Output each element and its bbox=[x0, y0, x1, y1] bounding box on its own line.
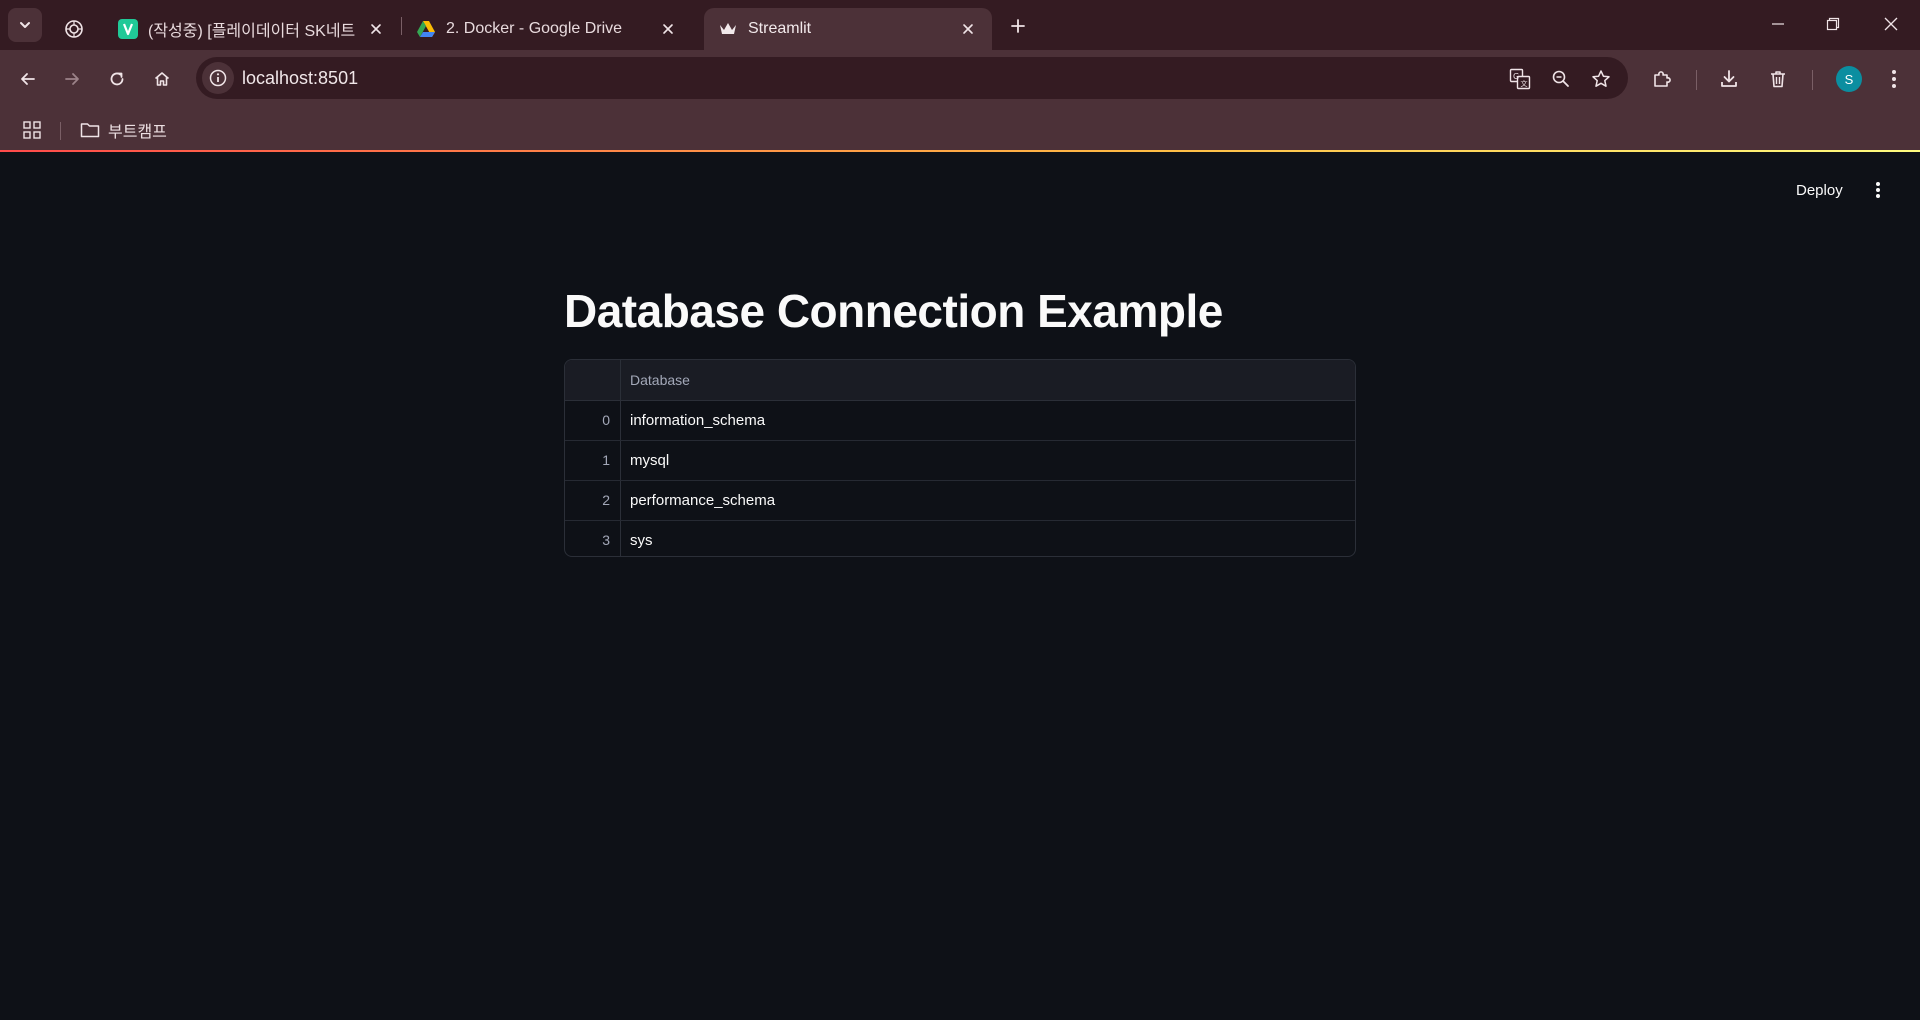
profile-avatar[interactable]: S bbox=[1836, 66, 1862, 92]
minimize-icon bbox=[1772, 23, 1784, 25]
dataframe[interactable]: Database 0 information_schema 1 mysql 2 … bbox=[564, 359, 1356, 557]
close-window-button[interactable] bbox=[1871, 8, 1911, 40]
reload-button[interactable] bbox=[101, 63, 133, 95]
bookmarks-divider bbox=[60, 122, 61, 140]
address-bar[interactable]: localhost:8501 G文 bbox=[196, 57, 1628, 99]
home-icon bbox=[154, 72, 170, 86]
table-cell[interactable]: information_schema bbox=[621, 401, 1355, 440]
streamlit-crown-icon bbox=[718, 19, 738, 39]
close-icon[interactable] bbox=[658, 19, 678, 39]
translate-button[interactable]: G文 bbox=[1507, 66, 1533, 92]
row-index: 1 bbox=[565, 441, 621, 480]
row-index: 0 bbox=[565, 401, 621, 440]
table-cell[interactable]: performance_schema bbox=[621, 481, 1355, 520]
apps-grid-icon bbox=[23, 121, 41, 139]
column-header-database[interactable]: Database bbox=[621, 360, 1355, 400]
tab-strip: (작성중) [플레이데이터 SK네트 2. Docker - Google Dr… bbox=[0, 0, 1920, 50]
plus-icon bbox=[1011, 19, 1025, 33]
streamlit-app: Deploy Database Connection Example Datab… bbox=[0, 152, 1920, 1020]
svg-text:G: G bbox=[1513, 72, 1519, 81]
more-vertical-icon bbox=[1892, 70, 1896, 88]
apps-button[interactable] bbox=[20, 118, 44, 142]
downloads-button[interactable] bbox=[1713, 63, 1745, 95]
download-icon bbox=[1721, 70, 1737, 87]
close-icon[interactable] bbox=[958, 19, 978, 39]
restore-icon bbox=[1826, 17, 1840, 31]
tab-title: Streamlit bbox=[748, 20, 812, 37]
tab-search-button[interactable] bbox=[8, 8, 42, 42]
bookmark-star-button[interactable] bbox=[1588, 66, 1614, 92]
tab-google-drive[interactable]: 2. Docker - Google Drive bbox=[402, 8, 692, 50]
chevron-down-icon bbox=[20, 22, 30, 28]
main-menu-button[interactable] bbox=[1864, 176, 1892, 204]
restore-button[interactable] bbox=[1813, 8, 1853, 40]
table-row[interactable]: 3 sys bbox=[565, 521, 1355, 556]
bookmark-folder[interactable]: 부트캠프 bbox=[80, 116, 167, 144]
close-icon[interactable] bbox=[366, 19, 386, 39]
zoom-button[interactable] bbox=[1548, 66, 1574, 92]
home-button[interactable] bbox=[146, 63, 178, 95]
browser-chrome: (작성중) [플레이데이터 SK네트 2. Docker - Google Dr… bbox=[0, 0, 1920, 152]
index-header bbox=[565, 360, 621, 400]
table-cell[interactable]: sys bbox=[621, 521, 1355, 556]
extensions-button[interactable] bbox=[1646, 63, 1678, 95]
table-row[interactable]: 1 mysql bbox=[565, 441, 1355, 481]
table-header: Database bbox=[565, 360, 1355, 401]
trash-icon bbox=[1771, 71, 1785, 88]
tab-velog[interactable]: (작성중) [플레이데이터 SK네트 bbox=[104, 8, 400, 50]
table-cell[interactable]: mysql bbox=[621, 441, 1355, 480]
openai-icon bbox=[64, 19, 84, 39]
close-icon bbox=[1884, 17, 1898, 31]
site-info-button[interactable] bbox=[202, 62, 234, 94]
star-icon bbox=[1592, 70, 1610, 87]
arrow-left-icon bbox=[21, 73, 35, 85]
page-title: Database Connection Example bbox=[564, 285, 1223, 337]
table-row[interactable]: 2 performance_schema bbox=[565, 481, 1355, 521]
tab-title: 2. Docker - Google Drive bbox=[446, 20, 623, 37]
back-button[interactable] bbox=[12, 63, 44, 95]
tab-title: (작성중) [플레이데이터 SK네트 bbox=[148, 23, 356, 40]
bookmarks-bar: 부트캠프 bbox=[0, 108, 1920, 152]
puzzle-icon bbox=[1654, 71, 1671, 87]
more-vertical-icon bbox=[1876, 182, 1880, 198]
row-index: 3 bbox=[565, 521, 621, 556]
folder-icon bbox=[80, 123, 100, 138]
info-icon bbox=[209, 69, 227, 87]
row-index: 2 bbox=[565, 481, 621, 520]
tab-chatgpt[interactable] bbox=[56, 8, 92, 50]
url-text[interactable]: localhost:8501 bbox=[242, 68, 358, 89]
reload-icon bbox=[110, 72, 124, 86]
v-logo-icon bbox=[118, 19, 138, 39]
browser-menu-button[interactable] bbox=[1878, 63, 1910, 95]
arrow-right-icon bbox=[65, 73, 79, 85]
bookmark-folder-label: 부트캠프 bbox=[108, 124, 167, 141]
translate-icon: G文 bbox=[1509, 68, 1531, 90]
toolbar-divider bbox=[1696, 70, 1697, 90]
delete-button[interactable] bbox=[1762, 63, 1794, 95]
forward-button[interactable] bbox=[56, 63, 88, 95]
google-drive-icon bbox=[416, 19, 436, 39]
deploy-button[interactable]: Deploy bbox=[1788, 178, 1851, 203]
minimize-button[interactable] bbox=[1758, 8, 1798, 40]
zoom-out-icon bbox=[1552, 70, 1569, 87]
tab-streamlit[interactable]: Streamlit bbox=[704, 8, 992, 50]
svg-text:文: 文 bbox=[1521, 79, 1528, 88]
toolbar-divider bbox=[1812, 70, 1813, 90]
table-row[interactable]: 0 information_schema bbox=[565, 401, 1355, 441]
new-tab-button[interactable] bbox=[1004, 12, 1032, 40]
navigation-bar: localhost:8501 G文 S bbox=[0, 50, 1920, 108]
